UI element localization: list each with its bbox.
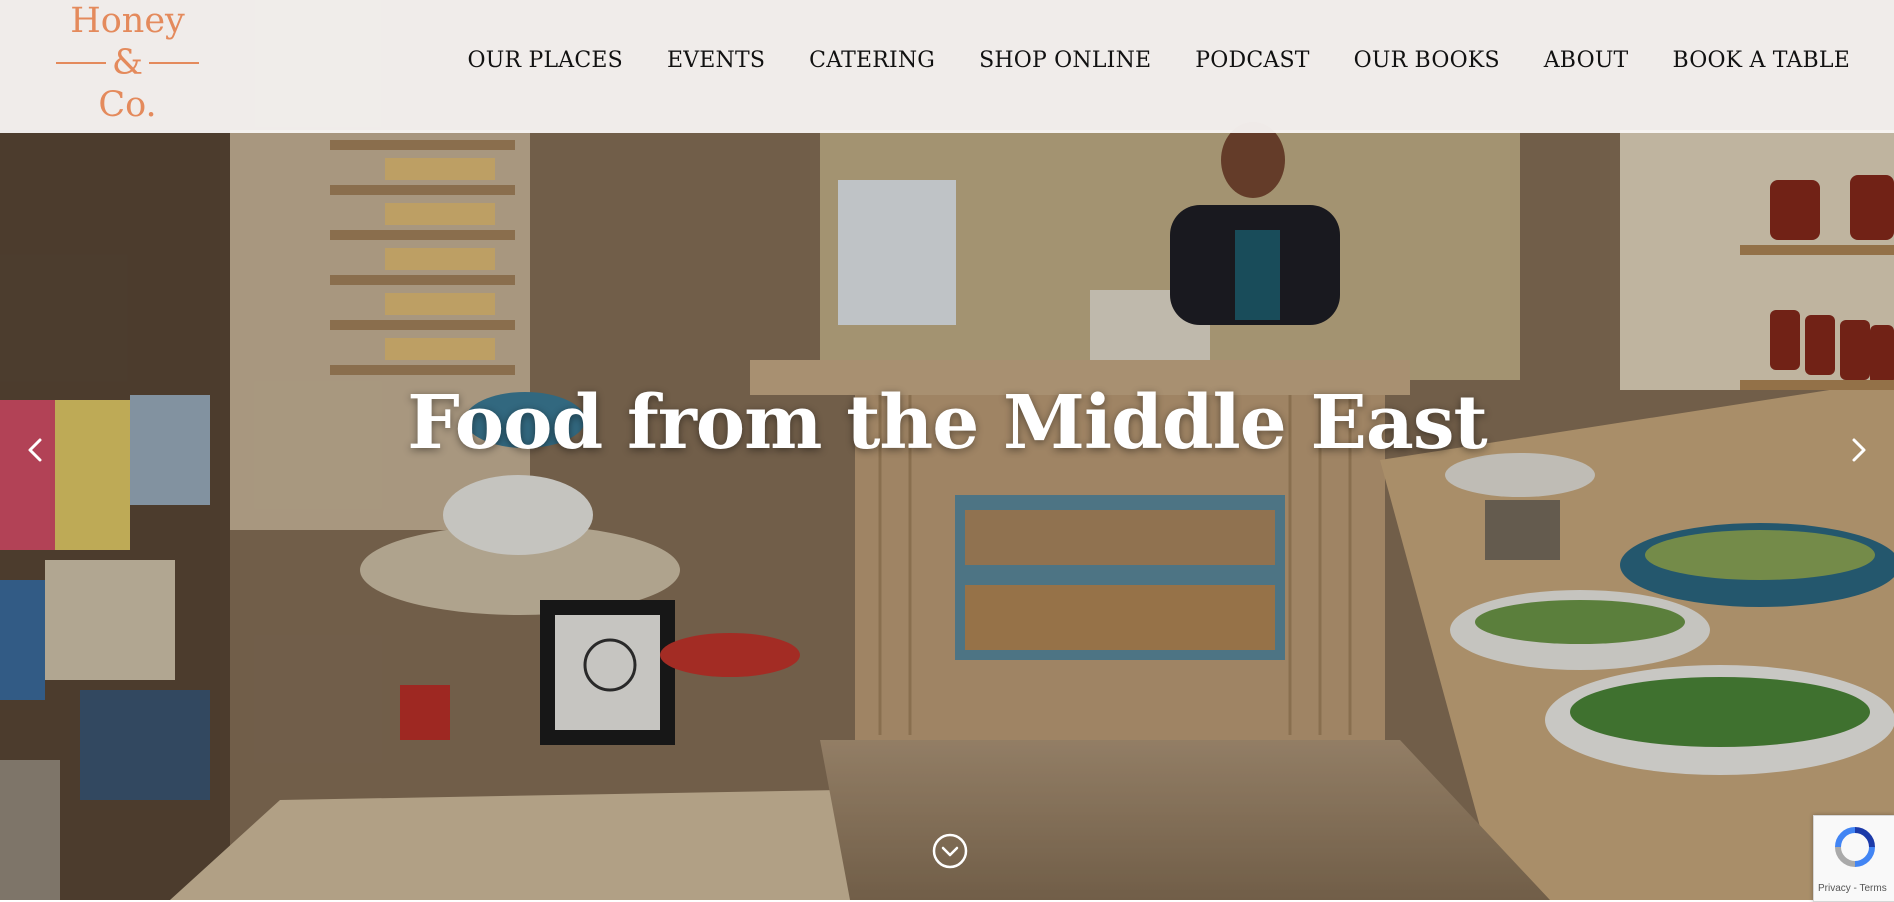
nav-item-podcast[interactable]: PODCAST bbox=[1195, 48, 1309, 73]
nav-item-shop-online[interactable]: SHOP ONLINE bbox=[979, 48, 1151, 73]
logo-line-1: Honey bbox=[70, 1, 185, 41]
nav-item-our-books[interactable]: OUR BOOKS bbox=[1354, 48, 1500, 73]
hero-slider: Food from the Middle East bbox=[0, 0, 1894, 900]
site-header: Honey & Co. OUR PLACES EVENTS CATERING S… bbox=[0, 0, 1894, 133]
main-nav: OUR PLACES EVENTS CATERING SHOP ONLINE P… bbox=[468, 48, 1850, 73]
nav-item-catering[interactable]: CATERING bbox=[809, 48, 935, 73]
logo-rule-left bbox=[56, 62, 106, 64]
nav-item-book-a-table[interactable]: BOOK A TABLE bbox=[1672, 48, 1850, 73]
hero-headline: Food from the Middle East bbox=[407, 380, 1487, 466]
recaptcha-badge[interactable]: Privacy - Terms bbox=[1813, 815, 1894, 902]
slider-next-button[interactable] bbox=[1840, 432, 1876, 468]
logo-line-3: Co. bbox=[98, 85, 157, 125]
recaptcha-icon bbox=[1835, 827, 1875, 867]
chevron-right-icon bbox=[1852, 438, 1866, 462]
chevron-left-icon bbox=[28, 438, 42, 462]
logo-amp-row: & bbox=[50, 42, 205, 84]
chevron-down-circle-icon bbox=[932, 833, 968, 869]
logo-rule-right bbox=[149, 62, 199, 64]
slider-prev-button[interactable] bbox=[18, 432, 54, 468]
brand-logo[interactable]: Honey & Co. bbox=[50, 0, 205, 128]
nav-item-our-places[interactable]: OUR PLACES bbox=[468, 48, 623, 73]
logo-line-2: & bbox=[111, 43, 144, 83]
nav-item-events[interactable]: EVENTS bbox=[667, 48, 765, 73]
scroll-down-button[interactable] bbox=[932, 833, 968, 869]
nav-item-about[interactable]: ABOUT bbox=[1544, 48, 1629, 73]
recaptcha-links[interactable]: Privacy - Terms bbox=[1818, 883, 1887, 894]
